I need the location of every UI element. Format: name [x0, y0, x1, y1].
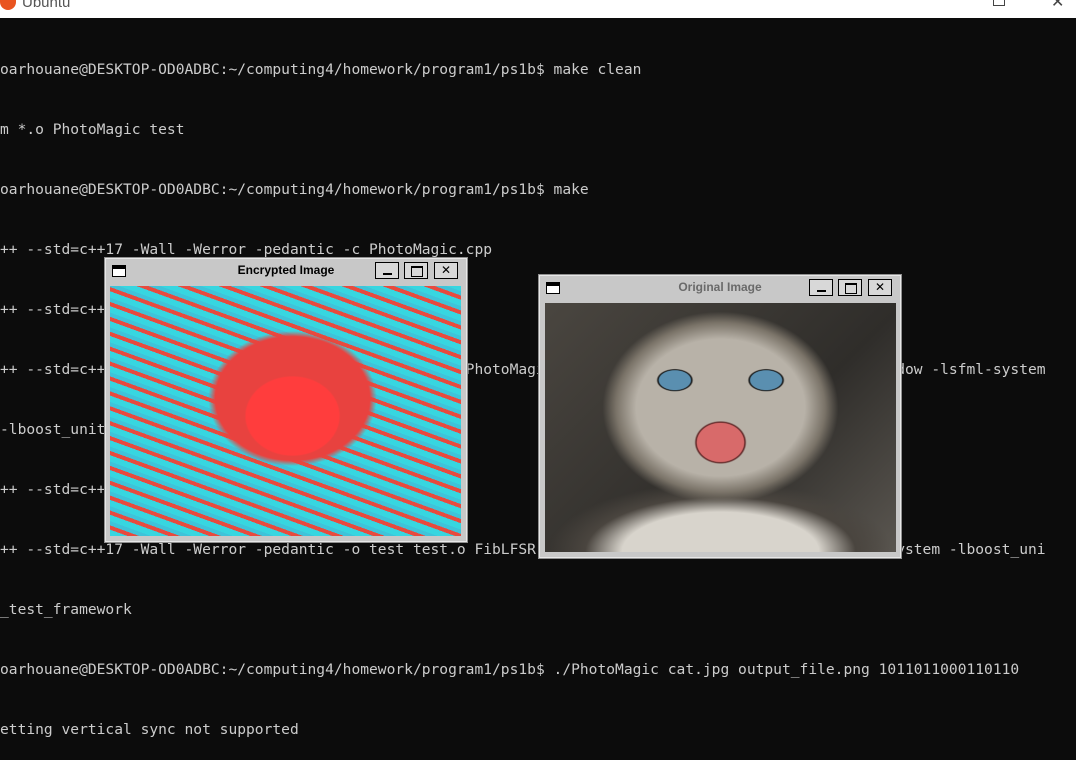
terminal-line: oarhouane@DESKTOP-OD0ADBC:~/computing4/h…	[0, 181, 589, 198]
window-menu-icon[interactable]	[546, 282, 560, 294]
minimize-icon[interactable]	[375, 262, 399, 279]
terminal-line: m *.o PhotoMagic test	[0, 121, 185, 138]
terminal-line: _test_framework	[0, 601, 132, 618]
original-image-canvas	[545, 303, 896, 552]
terminal-line: ++ --std=c++17 -Wall -Werror -pedantic -…	[0, 241, 493, 258]
terminal-line: oarhouane@DESKTOP-OD0ADBC:~/computing4/h…	[0, 661, 1020, 678]
close-icon[interactable]: ✕	[1051, 0, 1064, 12]
original-cat-image	[545, 303, 896, 552]
terminal-line: oarhouane@DESKTOP-OD0ADBC:~/computing4/h…	[0, 61, 642, 78]
window-title: Encrypted Image	[237, 263, 335, 277]
encrypted-window-titlebar[interactable]: Encrypted Image ✕	[106, 259, 466, 283]
minimize-icon[interactable]	[809, 279, 833, 296]
maximize-icon[interactable]	[993, 0, 1005, 6]
window-menu-icon[interactable]	[112, 265, 126, 277]
maximize-icon[interactable]	[838, 279, 862, 296]
window-title: Ubuntu	[22, 0, 71, 11]
encrypted-cat-image	[110, 286, 461, 536]
close-icon[interactable]: ✕	[434, 262, 458, 279]
encrypted-image-window[interactable]: Encrypted Image ✕	[105, 258, 467, 542]
window-title: Original Image	[678, 280, 762, 294]
window-titlebar: Ubuntu ✕	[0, 0, 1076, 18]
original-window-titlebar[interactable]: Original Image ✕	[540, 276, 900, 300]
terminal-line: etting vertical sync not supported	[0, 721, 299, 738]
original-image-window[interactable]: Original Image ✕	[539, 275, 901, 558]
terminal-line: ++ --std=c++17 -Wall -Werror -pedantic -…	[0, 541, 1046, 558]
encrypted-image-canvas	[110, 286, 461, 536]
maximize-icon[interactable]	[404, 262, 428, 279]
close-icon[interactable]: ✕	[868, 279, 892, 296]
ubuntu-icon	[0, 0, 16, 10]
